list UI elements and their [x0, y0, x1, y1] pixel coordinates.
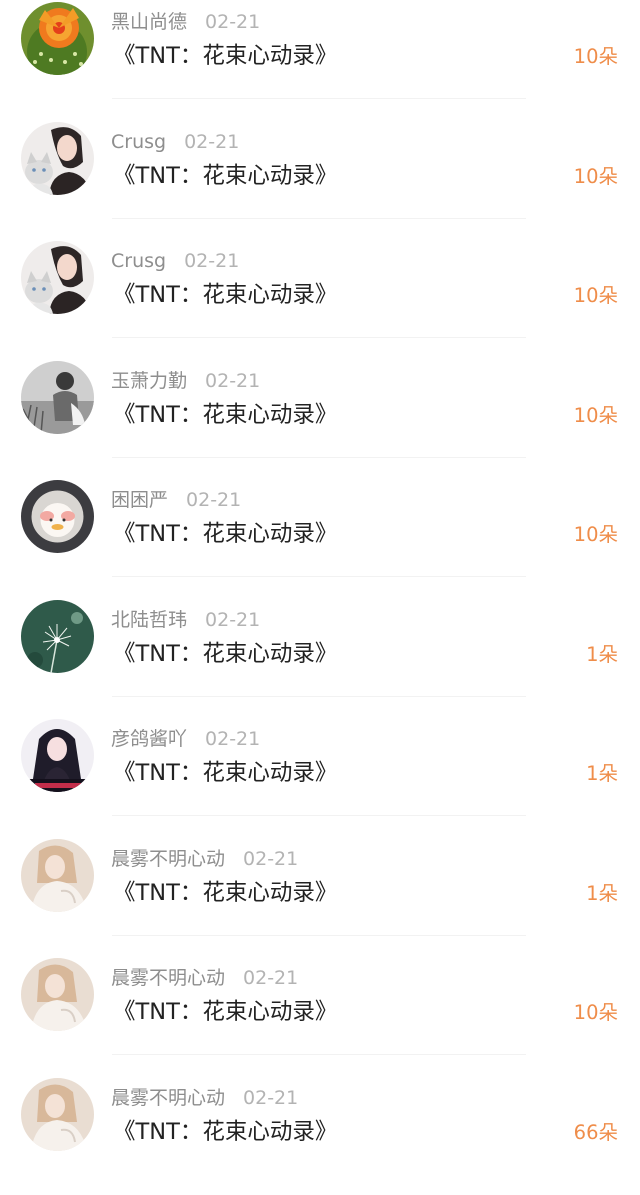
avatar[interactable]: [21, 958, 94, 1031]
divider: [112, 935, 526, 936]
item-meta: 玉萧力勤 02-21: [111, 367, 260, 395]
divider: [112, 815, 526, 816]
user-name[interactable]: Crusg: [111, 250, 166, 272]
gift-date: 02-21: [243, 848, 298, 870]
user-name[interactable]: 晨雾不明心动: [111, 848, 225, 870]
avatar[interactable]: [21, 2, 94, 75]
anime-girl-icon: [21, 719, 94, 792]
item-meta: 困困严 02-21: [111, 486, 241, 514]
cactus-flower-icon: [21, 2, 94, 75]
item-meta: 黑山尚德 02-21: [111, 8, 260, 36]
flower-count: 10朵: [574, 401, 618, 431]
divider: [112, 337, 526, 338]
flower-count: 10朵: [574, 42, 618, 72]
list-item[interactable]: Crusg 02-21 《TNT：花束心动录》 10朵: [0, 120, 640, 240]
grayscale-portrait-icon: [21, 361, 94, 434]
avatar[interactable]: [21, 839, 94, 912]
gift-date: 02-21: [184, 250, 239, 272]
list-item[interactable]: 晨雾不明心动 02-21 《TNT：花束心动录》 66朵: [0, 1076, 640, 1195]
gift-date: 02-21: [205, 609, 260, 631]
item-meta: 北陆哲玮 02-21: [111, 606, 260, 634]
gift-date: 02-21: [184, 131, 239, 153]
girl-white-sweater-icon: [21, 1078, 94, 1151]
user-name[interactable]: 玉萧力勤: [111, 370, 187, 392]
item-meta: Crusg 02-21: [111, 247, 239, 275]
list-item[interactable]: 晨雾不明心动 02-21 《TNT：花束心动录》 10朵: [0, 956, 640, 1076]
flower-count: 1朵: [586, 759, 618, 789]
flower-count: 1朵: [586, 640, 618, 670]
divider: [112, 457, 526, 458]
gift-date: 02-21: [243, 1087, 298, 1109]
avatar[interactable]: [21, 122, 94, 195]
girl-white-sweater-icon: [21, 958, 94, 1031]
gift-date: 02-21: [243, 967, 298, 989]
work-title[interactable]: 《TNT：花束心动录》: [113, 37, 337, 75]
user-name[interactable]: Crusg: [111, 131, 166, 153]
work-title[interactable]: 《TNT：花束心动录》: [113, 157, 337, 195]
user-name[interactable]: 彦鸽酱吖: [111, 728, 187, 750]
user-name[interactable]: 困困严: [111, 489, 168, 511]
girl-with-cat-icon: [21, 122, 94, 195]
work-title[interactable]: 《TNT：花束心动录》: [113, 635, 337, 673]
item-meta: 晨雾不明心动 02-21: [111, 1084, 298, 1112]
list-item[interactable]: 黑山尚德 02-21 《TNT：花束心动录》 10朵: [0, 0, 640, 120]
flower-count: 10朵: [574, 281, 618, 311]
work-title[interactable]: 《TNT：花束心动录》: [113, 396, 337, 434]
list-item[interactable]: 彦鸽酱吖 02-21 《TNT：花束心动录》 1朵: [0, 717, 640, 837]
list-item[interactable]: 晨雾不明心动 02-21 《TNT：花束心动录》 1朵: [0, 837, 640, 957]
user-name[interactable]: 黑山尚德: [111, 11, 187, 33]
divider: [112, 1054, 526, 1055]
divider: [112, 218, 526, 219]
user-name[interactable]: 北陆哲玮: [111, 609, 187, 631]
gift-date: 02-21: [205, 370, 260, 392]
gift-date: 02-21: [205, 728, 260, 750]
flower-count: 10朵: [574, 998, 618, 1028]
item-meta: Crusg 02-21: [111, 128, 239, 156]
avatar[interactable]: [21, 480, 94, 553]
avatar[interactable]: [21, 600, 94, 673]
work-title[interactable]: 《TNT：花束心动录》: [113, 993, 337, 1031]
girl-with-cat-icon: [21, 241, 94, 314]
work-title[interactable]: 《TNT：花束心动录》: [113, 276, 337, 314]
flower-count: 1朵: [586, 879, 618, 909]
divider: [112, 98, 526, 99]
flower-count: 10朵: [574, 162, 618, 192]
work-title[interactable]: 《TNT：花束心动录》: [113, 1113, 337, 1151]
list-item[interactable]: 困困严 02-21 《TNT：花束心动录》 10朵: [0, 478, 640, 598]
item-meta: 晨雾不明心动 02-21: [111, 845, 298, 873]
gift-date: 02-21: [186, 489, 241, 511]
list-item[interactable]: Crusg 02-21 《TNT：花束心动录》 10朵: [0, 239, 640, 359]
flower-count: 10朵: [574, 520, 618, 550]
item-meta: 晨雾不明心动 02-21: [111, 964, 298, 992]
avatar[interactable]: [21, 1078, 94, 1151]
list-item[interactable]: 北陆哲玮 02-21 《TNT：花束心动录》 1朵: [0, 598, 640, 718]
work-title[interactable]: 《TNT：花束心动录》: [113, 874, 337, 912]
list-item[interactable]: 玉萧力勤 02-21 《TNT：花束心动录》 10朵: [0, 359, 640, 479]
work-title[interactable]: 《TNT：花束心动录》: [113, 515, 337, 553]
gift-date: 02-21: [205, 11, 260, 33]
dandelion-icon: [21, 600, 94, 673]
user-name[interactable]: 晨雾不明心动: [111, 1087, 225, 1109]
plush-toy-icon: [21, 480, 94, 553]
divider: [112, 576, 526, 577]
girl-white-sweater-icon: [21, 839, 94, 912]
divider: [112, 696, 526, 697]
gift-list: 黑山尚德 02-21 《TNT：花束心动录》 10朵 Crusg 02-21 《TN…: [0, 0, 640, 1195]
flower-count: 66朵: [574, 1118, 618, 1148]
avatar[interactable]: [21, 719, 94, 792]
avatar[interactable]: [21, 241, 94, 314]
avatar[interactable]: [21, 361, 94, 434]
item-meta: 彦鸽酱吖 02-21: [111, 725, 260, 753]
user-name[interactable]: 晨雾不明心动: [111, 967, 225, 989]
work-title[interactable]: 《TNT：花束心动录》: [113, 754, 337, 792]
